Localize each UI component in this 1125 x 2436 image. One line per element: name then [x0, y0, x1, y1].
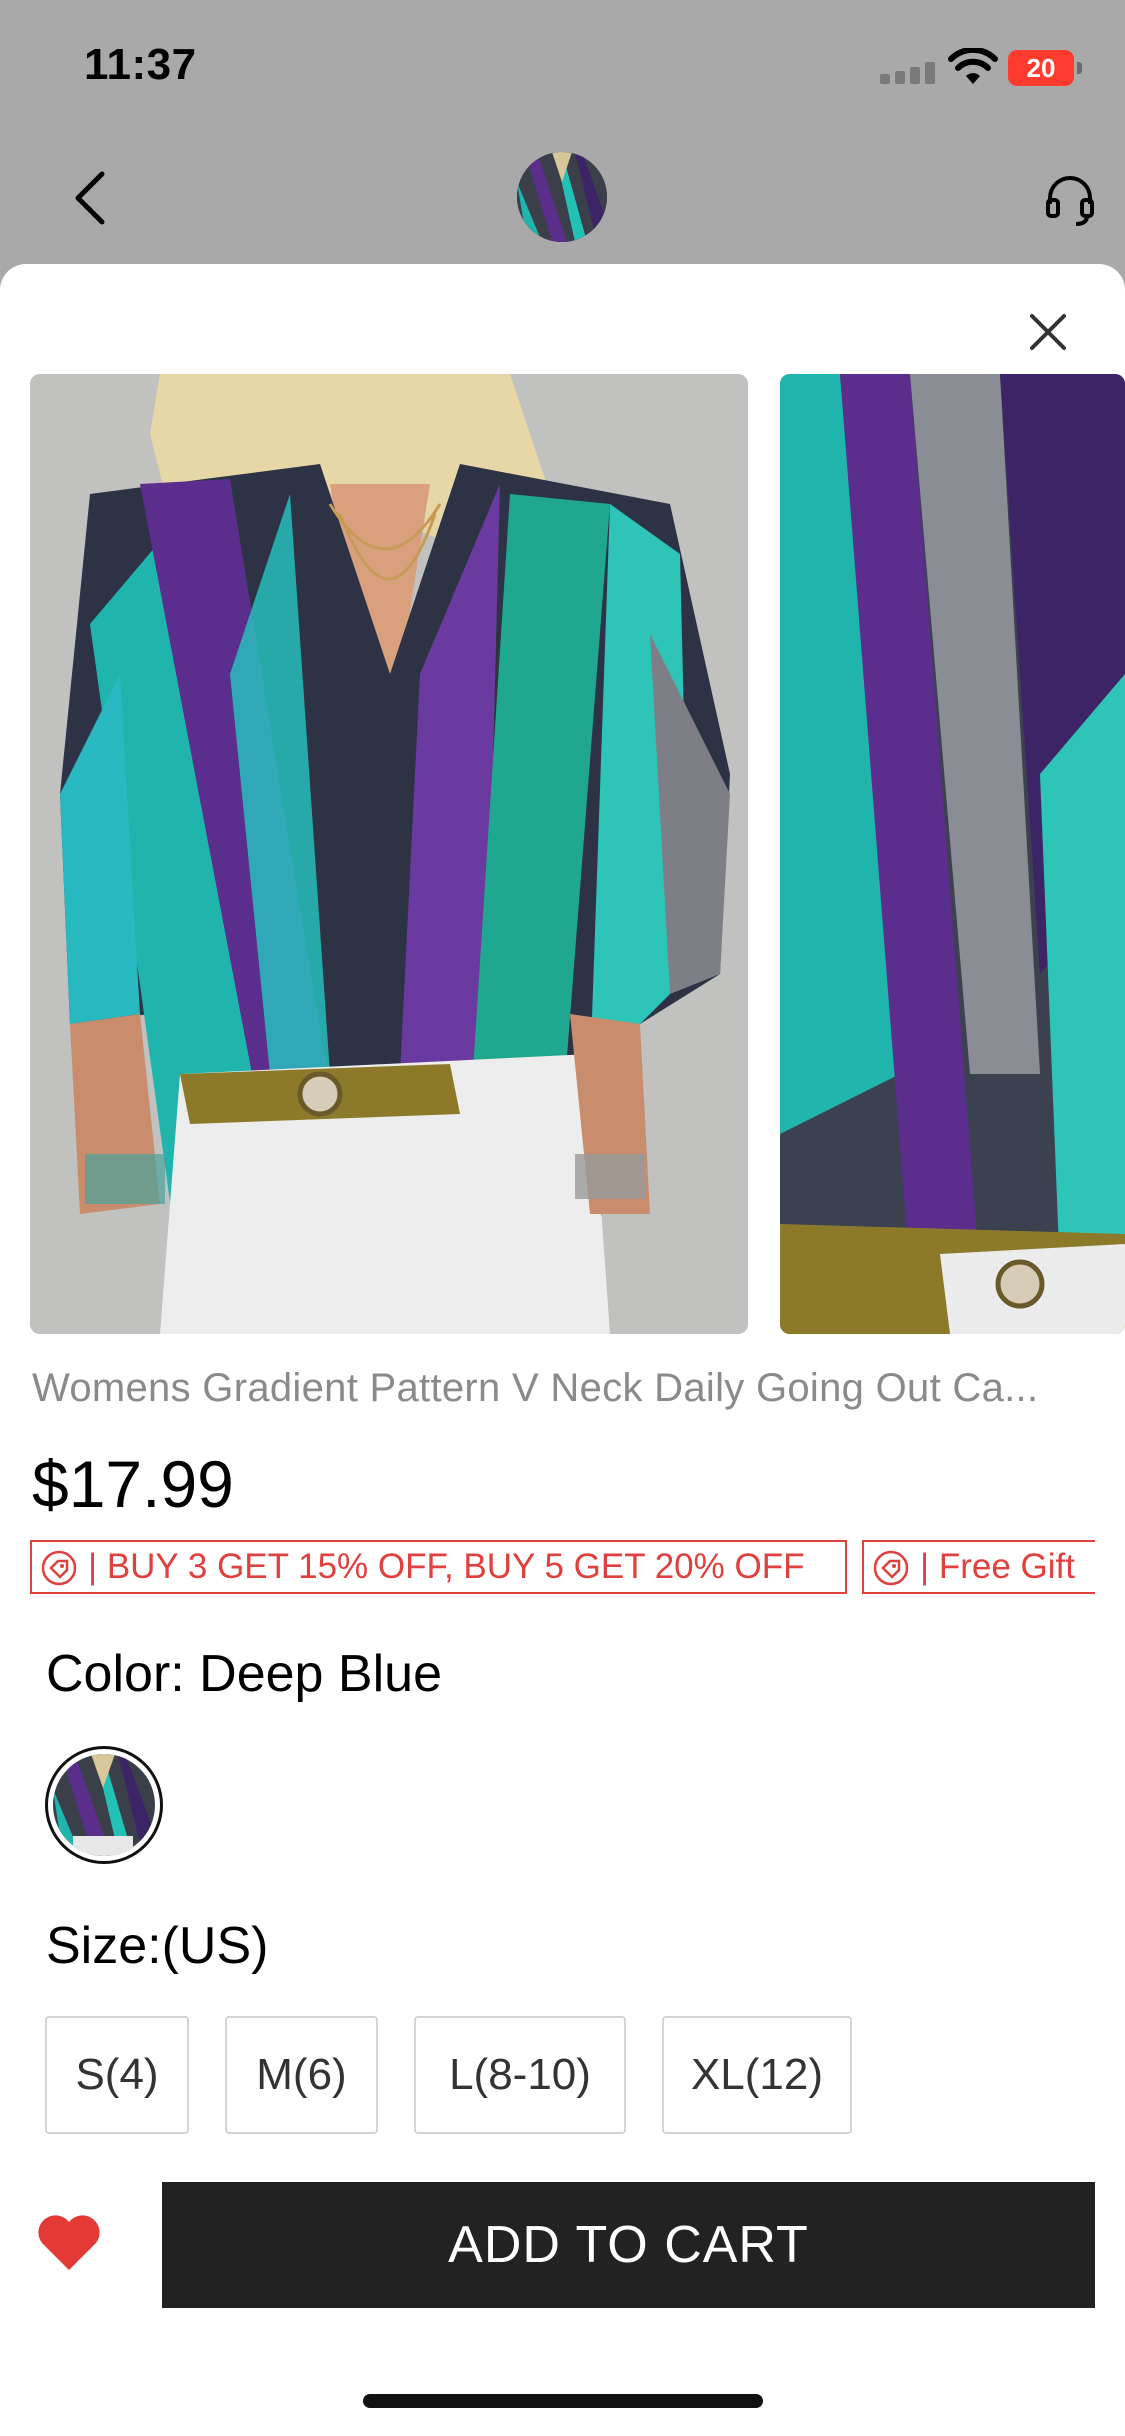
status-time: 11:37	[84, 40, 197, 89]
size-option[interactable]: S(4)	[45, 2016, 189, 2134]
size-option[interactable]: XL(12)	[662, 2016, 852, 2134]
product-options-sheet: Womens Gradient Pattern V Neck Daily Goi…	[0, 264, 1125, 2436]
signal-icon	[880, 62, 935, 84]
tag-icon	[41, 1550, 77, 1586]
chevron-left-icon[interactable]	[64, 168, 120, 228]
size-option[interactable]: M(6)	[225, 2016, 378, 2134]
product-image-gallery[interactable]	[30, 374, 1125, 1334]
size-option[interactable]: L(8-10)	[414, 2016, 626, 2134]
product-image[interactable]	[780, 374, 1125, 1334]
promo-badge[interactable]: | BUY 3 GET 15% OFF, BUY 5 GET 20% OFF	[30, 1540, 847, 1594]
product-title: Womens Gradient Pattern V Neck Daily Goi…	[32, 1366, 1039, 1410]
product-image[interactable]	[30, 374, 748, 1334]
promo-badge[interactable]: | Free Gift	[862, 1540, 1095, 1594]
close-icon[interactable]	[1020, 304, 1076, 360]
home-indicator[interactable]	[363, 2394, 763, 2408]
status-bar: 11:37 20	[0, 0, 1125, 135]
avatar[interactable]	[517, 152, 607, 242]
battery-charging-icon: 20	[1008, 50, 1082, 86]
promo-label: | BUY 3 GET 15% OFF, BUY 5 GET 20% OFF	[88, 1547, 805, 1586]
size-label: Size:(US)	[46, 1917, 269, 1975]
battery-level: 20	[1026, 53, 1056, 83]
tag-icon	[873, 1550, 909, 1586]
add-to-cart-button[interactable]: ADD TO CART	[162, 2182, 1095, 2308]
wifi-icon	[948, 48, 998, 84]
color-swatch-selected[interactable]	[45, 1746, 163, 1864]
color-label: Color: Deep Blue	[46, 1645, 442, 1703]
headset-icon[interactable]	[1040, 170, 1100, 230]
price: $17.99	[32, 1447, 234, 1521]
heart-icon[interactable]	[34, 2210, 104, 2274]
promo-label: | Free Gift	[920, 1547, 1075, 1586]
